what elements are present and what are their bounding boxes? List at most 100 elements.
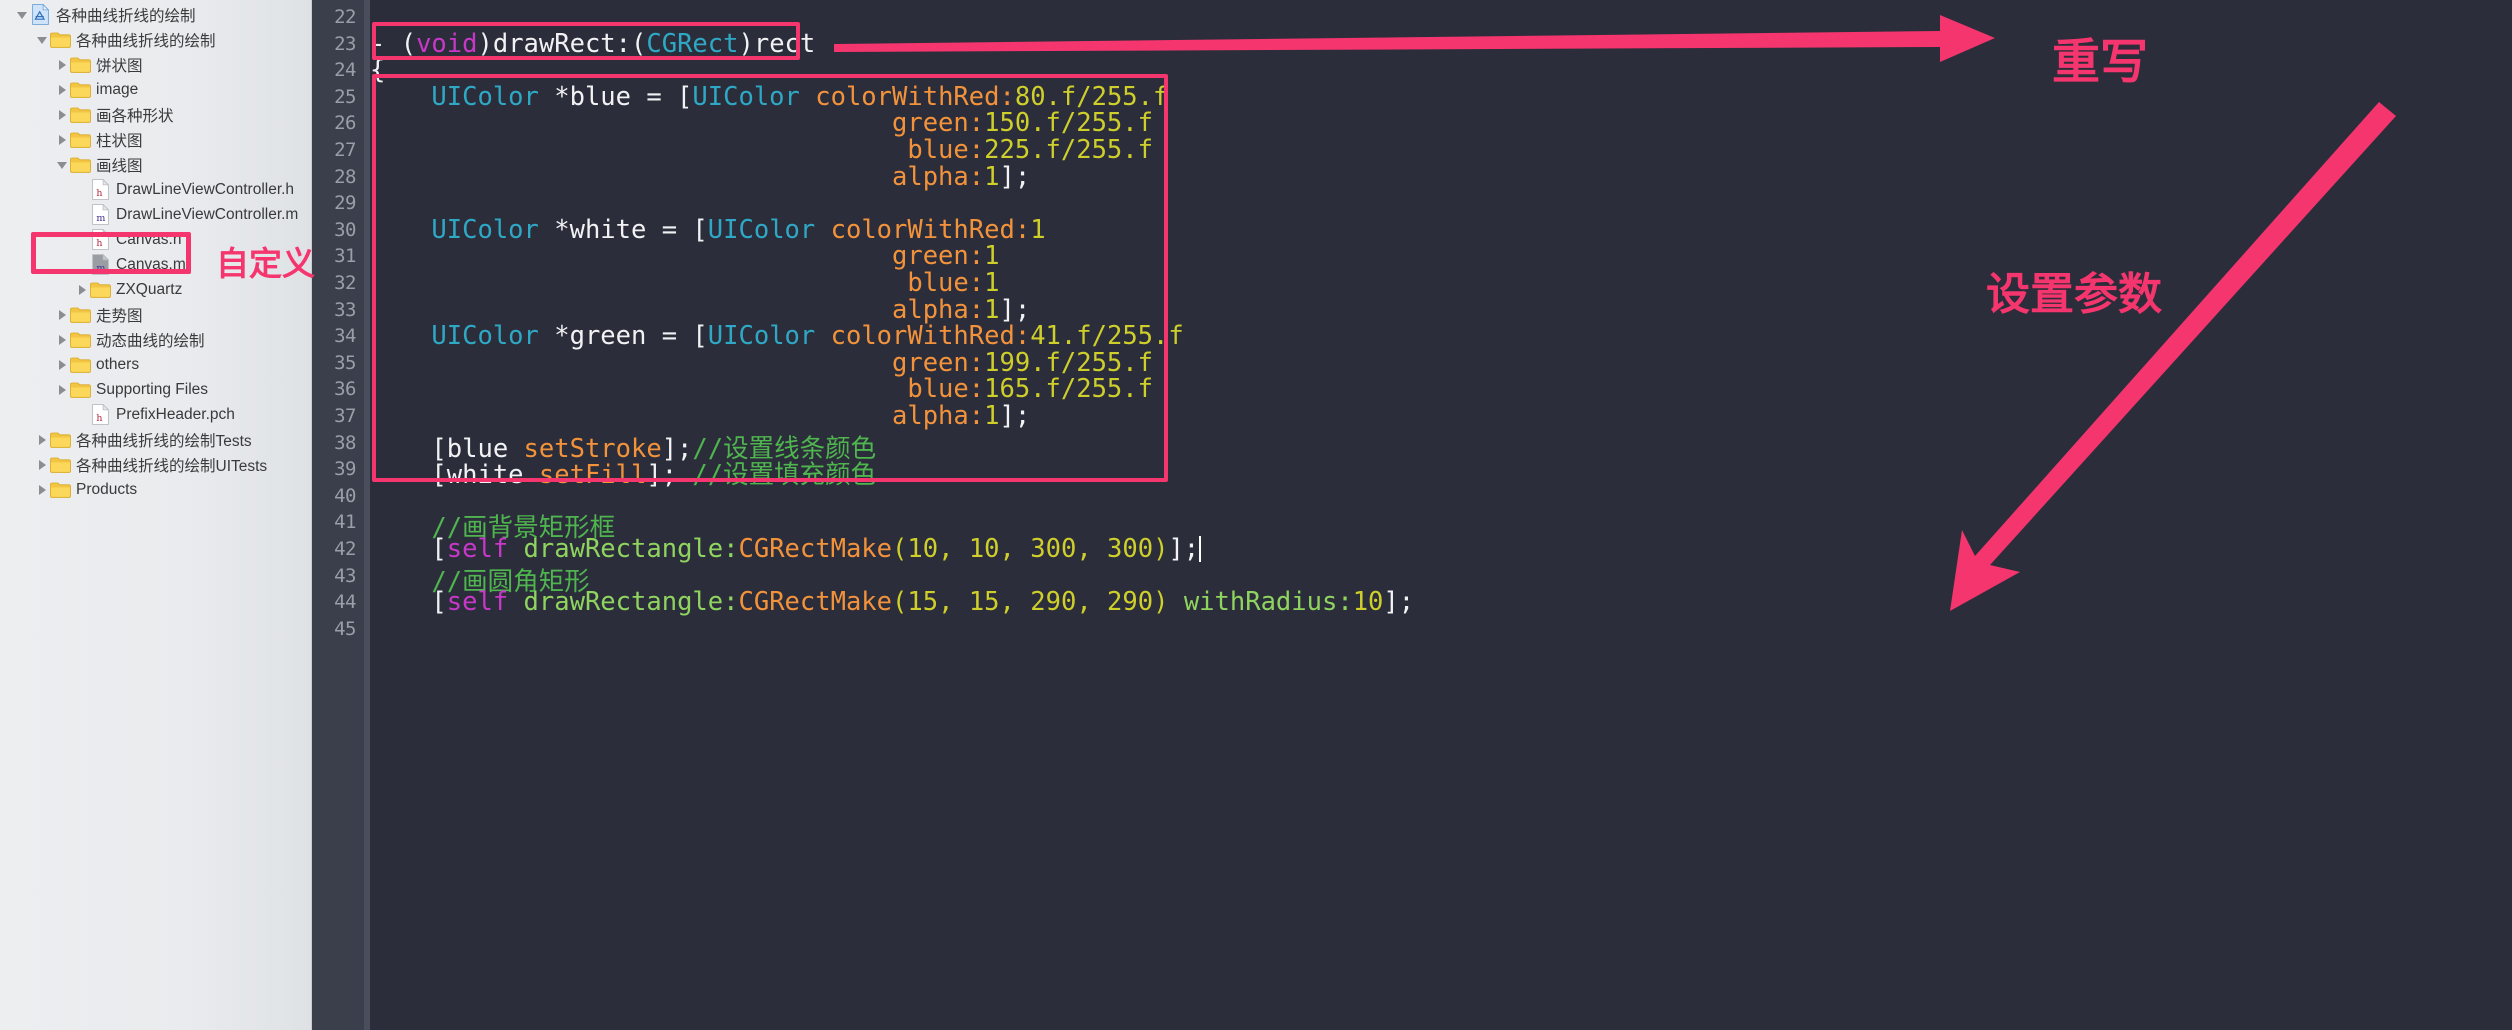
sidebar-item-19[interactable]: Products <box>0 477 311 502</box>
sidebar-item-8[interactable]: m DrawLineViewController.m <box>0 202 311 227</box>
sidebar-item-16[interactable]: h PrefixHeader.pch <box>0 402 311 427</box>
sidebar-item-0[interactable]: 各种曲线折线的绘制 <box>0 2 311 27</box>
code-line[interactable]: [white setFill]; //设置填充颜色 <box>370 454 876 491</box>
sidebar-item-7[interactable]: h DrawLineViewController.h <box>0 177 311 202</box>
code-token: void <box>416 28 478 59</box>
chevron-right-icon[interactable] <box>54 334 70 346</box>
folder-icon <box>70 306 91 323</box>
xcode-project-icon <box>30 4 51 25</box>
line-number: 35 <box>334 351 356 374</box>
sidebar-item-3[interactable]: image <box>0 77 311 102</box>
code-token: 1 <box>1030 214 1046 245</box>
sidebar-item-label: 画各种形状 <box>96 107 174 125</box>
sidebar-item-14[interactable]: others <box>0 352 311 377</box>
code-token: CGRectMake <box>738 587 893 618</box>
code-line[interactable]: UIColor *white = [UIColor colorWithRed:1 <box>370 214 1046 245</box>
code-token: ) <box>1153 534 1169 564</box>
project-navigator-sidebar[interactable]: 各种曲线折线的绘制 各种曲线折线的绘制 饼状图 image 画各种形状柱状图 画线图 h Dr… <box>0 0 312 1030</box>
code-line[interactable]: { <box>370 55 385 85</box>
sidebar-item-1[interactable]: 各种曲线折线的绘制 <box>0 27 311 52</box>
line-number: 23 <box>334 32 356 55</box>
chevron-right-icon[interactable] <box>34 484 50 496</box>
code-token: ]; <box>1168 534 1200 564</box>
code-token: 300 <box>1030 534 1077 564</box>
code-token: CGRectMake <box>738 534 893 564</box>
line-number: 27 <box>334 139 356 161</box>
code-token: drawRectangle: <box>523 534 739 564</box>
code-line[interactable]: blue:225.f/255.f <box>370 135 1153 165</box>
folder-icon <box>50 31 71 48</box>
line-number: 28 <box>334 165 356 188</box>
chevron-right-icon[interactable] <box>54 109 70 121</box>
code-token: 290 <box>1030 587 1077 618</box>
sidebar-item-label: 各种曲线折线的绘制UITests <box>76 457 268 475</box>
sidebar-item-5[interactable]: 柱状图 <box>0 127 311 152</box>
code-line[interactable]: blue:1 <box>370 268 999 298</box>
code-line[interactable]: UIColor *blue = [UIColor colorWithRed:80… <box>370 82 1168 112</box>
chevron-down-icon[interactable] <box>14 9 30 21</box>
editor-line-number-gutter: 22 23 24 25 26 27 28 29 30 31 32 33 34 35 36 37 38 39 40 41… <box>312 0 370 1030</box>
code-token: 80.f/255.f <box>1014 81 1169 112</box>
code-line[interactable]: UIColor *green = [UIColor colorWithRed:4… <box>370 321 1184 352</box>
code-line[interactable]: green:150.f/255.f <box>370 108 1153 138</box>
folder-icon <box>70 381 91 398</box>
code-token: UIColor <box>431 214 539 245</box>
line-number: 39 <box>334 458 356 481</box>
svg-text:h: h <box>96 238 102 249</box>
chevron-right-icon[interactable] <box>54 309 70 321</box>
code-token: ]; <box>1383 587 1415 618</box>
code-token: [ <box>370 534 447 564</box>
chevron-right-icon[interactable] <box>54 134 70 146</box>
code-line[interactable]: alpha:1]; <box>370 295 1030 325</box>
code-token: ( <box>892 534 908 564</box>
code-line[interactable]: [self drawRectangle:CGRectMake(10, 10, 3… <box>370 534 1202 564</box>
chevron-right-icon[interactable] <box>54 84 70 96</box>
annotation-label-custom-text: 自定义 <box>216 245 315 282</box>
code-token: blue: <box>907 268 985 298</box>
line-number: 34 <box>334 325 356 348</box>
code-token: UIColor <box>707 214 816 245</box>
chevron-right-icon[interactable] <box>54 359 70 371</box>
line-number: 41 <box>334 511 356 534</box>
code-line[interactable]: - (void)drawRect:(CGRect)rect <box>370 29 815 59</box>
sidebar-item-18[interactable]: 各种曲线折线的绘制UITests <box>0 452 311 477</box>
chevron-right-icon[interactable] <box>54 59 70 71</box>
code-line[interactable]: [self drawRectangle:CGRectMake(15, 15, 2… <box>370 587 1414 617</box>
code-token: *blue = [ <box>538 81 693 112</box>
chevron-right-icon[interactable] <box>74 284 90 296</box>
chevron-right-icon[interactable] <box>54 384 70 396</box>
sidebar-item-label: 走势图 <box>96 307 143 325</box>
code-token: { <box>370 55 386 86</box>
chevron-right-icon[interactable] <box>34 459 50 471</box>
code-token: ) <box>1153 587 1184 618</box>
code-editor[interactable]: - (void)drawRect:(CGRect)rect{ UIColor *… <box>370 0 2512 1030</box>
sidebar-item-12[interactable]: 走势图 <box>0 302 311 327</box>
chevron-right-icon[interactable] <box>34 434 50 446</box>
code-token: alpha: <box>891 294 985 325</box>
sidebar-item-2[interactable]: 饼状图 <box>0 52 311 77</box>
code-line[interactable]: green:199.f/255.f <box>370 348 1153 378</box>
chevron-down-icon[interactable] <box>54 159 70 171</box>
code-token: self <box>446 534 509 564</box>
code-line[interactable]: alpha:1]; <box>370 401 1030 431</box>
sidebar-item-15[interactable]: Supporting Files <box>0 377 311 402</box>
code-token: //设置填充颜色 <box>692 460 877 491</box>
code-token: , <box>1076 534 1108 564</box>
sidebar-item-13[interactable]: 动态曲线的绘制 <box>0 327 311 352</box>
sidebar-item-17[interactable]: 各种曲线折线的绘制Tests <box>0 427 311 452</box>
sidebar-item-4[interactable]: 画各种形状 <box>0 102 311 127</box>
code-line[interactable]: blue:165.f/255.f <box>370 374 1153 404</box>
chevron-down-icon[interactable] <box>34 34 50 46</box>
line-number: 40 <box>334 484 356 507</box>
code-token: 10 <box>907 534 939 564</box>
sidebar-item-6[interactable]: 画线图 <box>0 152 311 177</box>
code-line[interactable]: alpha:1]; <box>370 162 1030 192</box>
code-line[interactable]: green:1 <box>370 241 999 271</box>
code-token: - ( <box>370 28 417 59</box>
code-token: 41.f/255.f <box>1030 321 1184 352</box>
